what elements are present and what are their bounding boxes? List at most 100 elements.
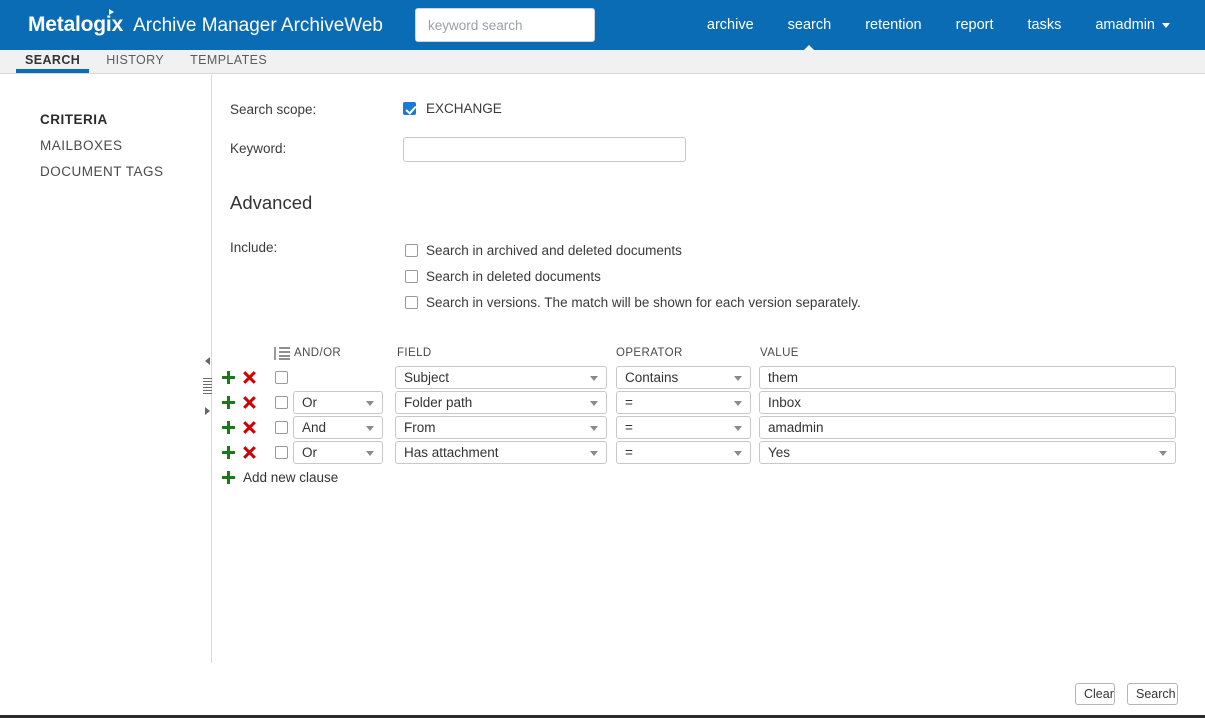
metalogix-logo: Metalogix bbox=[28, 9, 123, 37]
sidebar-splitter-handle[interactable] bbox=[201, 357, 213, 415]
tab-active-underline bbox=[16, 69, 90, 73]
nav-item-report[interactable]: report bbox=[939, 0, 1011, 50]
field-select-value: Folder path bbox=[404, 395, 473, 410]
chevron-down-icon bbox=[590, 375, 598, 381]
field-select[interactable]: Subject bbox=[395, 366, 607, 389]
delete-clause-row-button[interactable] bbox=[243, 421, 256, 434]
user-menu[interactable]: amadmin bbox=[1078, 0, 1187, 50]
sidebar-item-label: MAILBOXES bbox=[40, 138, 123, 153]
nav-item-archive[interactable]: archive bbox=[690, 0, 771, 50]
operator-select[interactable]: = bbox=[616, 441, 751, 464]
clause-list-icon[interactable] bbox=[274, 347, 290, 360]
value-input[interactable] bbox=[759, 391, 1176, 414]
include-option-label: Search in archived and deleted documents bbox=[426, 243, 682, 258]
field-select-value: Has attachment bbox=[404, 445, 499, 460]
clause-row-select-checkbox[interactable] bbox=[275, 421, 288, 434]
tab-templates[interactable]: TEMPLATES bbox=[181, 50, 276, 73]
andor-select-value: Or bbox=[302, 445, 317, 460]
column-header-operator: OPERATOR bbox=[616, 347, 683, 359]
operator-select-value: = bbox=[625, 420, 633, 435]
operator-select-value: Contains bbox=[625, 370, 679, 385]
add-new-clause-label: Add new clause bbox=[243, 470, 339, 485]
sidebar-item-label: CRITERIA bbox=[40, 112, 108, 127]
app-title: Archive Manager ArchiveWeb bbox=[133, 15, 383, 36]
search-criteria-form: Search scope: EXCHANGE Keyword: Advanced… bbox=[213, 75, 1205, 663]
andor-select-value: And bbox=[302, 420, 327, 435]
field-select[interactable]: From bbox=[395, 416, 607, 439]
expand-right-arrow-icon[interactable] bbox=[204, 407, 210, 415]
andor-select[interactable]: Or bbox=[293, 441, 383, 464]
include-option-label: Search in versions. The match will be sh… bbox=[426, 295, 861, 310]
add-clause-row-button[interactable] bbox=[222, 396, 235, 409]
keyword-input[interactable] bbox=[403, 137, 686, 162]
include-option-label: Search in deleted documents bbox=[426, 269, 601, 284]
andor-select[interactable]: And bbox=[293, 416, 383, 439]
delete-clause-row-button[interactable] bbox=[243, 396, 256, 409]
nav-item-search[interactable]: search bbox=[771, 0, 849, 50]
table-row: Or Has attachment = Yes bbox=[213, 441, 1205, 466]
sidebar-item-criteria[interactable]: CRITERIA bbox=[0, 107, 211, 133]
clause-row-select-checkbox[interactable] bbox=[275, 446, 288, 459]
include-deleted-checkbox[interactable] bbox=[405, 270, 418, 283]
chevron-down-icon bbox=[590, 425, 598, 431]
brand: Metalogix Archive Manager ArchiveWeb bbox=[28, 9, 383, 37]
chevron-down-icon bbox=[1159, 450, 1167, 456]
field-select[interactable]: Has attachment bbox=[395, 441, 607, 464]
collapse-left-arrow-icon[interactable] bbox=[204, 357, 210, 365]
include-label: Include: bbox=[230, 240, 278, 255]
nav-label: retention bbox=[865, 17, 922, 33]
include-option-versions[interactable]: Search in versions. The match will be sh… bbox=[405, 295, 861, 310]
value-input[interactable] bbox=[759, 366, 1176, 389]
chevron-down-icon bbox=[734, 400, 742, 406]
table-row: Subject Contains bbox=[213, 366, 1205, 391]
field-select[interactable]: Folder path bbox=[395, 391, 607, 414]
delete-clause-row-button[interactable] bbox=[243, 446, 256, 459]
clause-row-select-checkbox[interactable] bbox=[275, 396, 288, 409]
andor-select[interactable]: Or bbox=[293, 391, 383, 414]
add-new-clause-link[interactable]: Add new clause bbox=[222, 470, 338, 485]
header-keyword-search-input[interactable] bbox=[415, 8, 595, 42]
tab-history[interactable]: HISTORY bbox=[97, 50, 173, 73]
exchange-scope-checkbox[interactable] bbox=[403, 102, 416, 115]
footer-actions: Clear Search bbox=[0, 663, 1205, 718]
column-header-field: FIELD bbox=[397, 347, 432, 359]
chevron-down-icon bbox=[590, 450, 598, 456]
value-select[interactable]: Yes bbox=[759, 441, 1176, 464]
add-clause-row-button[interactable] bbox=[222, 446, 235, 459]
tab-search[interactable]: SEARCH bbox=[16, 50, 90, 73]
nav-item-retention[interactable]: retention bbox=[848, 0, 938, 50]
delete-clause-row-button[interactable] bbox=[243, 371, 256, 384]
value-input[interactable] bbox=[759, 416, 1176, 439]
include-option-archived-deleted[interactable]: Search in archived and deleted documents bbox=[405, 243, 682, 258]
operator-select[interactable]: = bbox=[616, 416, 751, 439]
tab-label: SEARCH bbox=[25, 53, 81, 67]
include-archived-deleted-checkbox[interactable] bbox=[405, 244, 418, 257]
add-clause-row-button[interactable] bbox=[222, 371, 235, 384]
include-option-deleted[interactable]: Search in deleted documents bbox=[405, 269, 601, 284]
sidebar-item-label: DOCUMENT TAGS bbox=[40, 164, 164, 179]
search-button[interactable]: Search bbox=[1127, 683, 1178, 705]
app-header: Metalogix Archive Manager ArchiveWeb arc… bbox=[0, 0, 1205, 50]
value-select-value: Yes bbox=[768, 445, 791, 460]
operator-select[interactable]: Contains bbox=[616, 366, 751, 389]
sidebar-item-document-tags[interactable]: DOCUMENT TAGS bbox=[0, 159, 211, 185]
plus-icon bbox=[222, 471, 235, 484]
logo-flag-icon bbox=[109, 9, 115, 15]
search-scope-exchange-row[interactable]: EXCHANGE bbox=[403, 101, 502, 116]
sidebar-item-mailboxes[interactable]: MAILBOXES bbox=[0, 133, 211, 159]
tab-bar: SEARCH HISTORY TEMPLATES bbox=[0, 50, 1205, 74]
nav-item-tasks[interactable]: tasks bbox=[1011, 0, 1079, 50]
clause-row-select-checkbox[interactable] bbox=[275, 371, 288, 384]
clear-button[interactable]: Clear bbox=[1075, 683, 1115, 705]
operator-select[interactable]: = bbox=[616, 391, 751, 414]
column-header-value: VALUE bbox=[760, 347, 799, 359]
chevron-down-icon bbox=[734, 375, 742, 381]
field-select-value: From bbox=[404, 420, 436, 435]
grip-lines-icon bbox=[202, 376, 212, 396]
chevron-down-icon bbox=[366, 425, 374, 431]
include-versions-checkbox[interactable] bbox=[405, 296, 418, 309]
nav-label: archive bbox=[706, 17, 754, 33]
add-clause-row-button[interactable] bbox=[222, 421, 235, 434]
andor-select-value: Or bbox=[302, 395, 317, 410]
chevron-down-icon bbox=[366, 400, 374, 406]
